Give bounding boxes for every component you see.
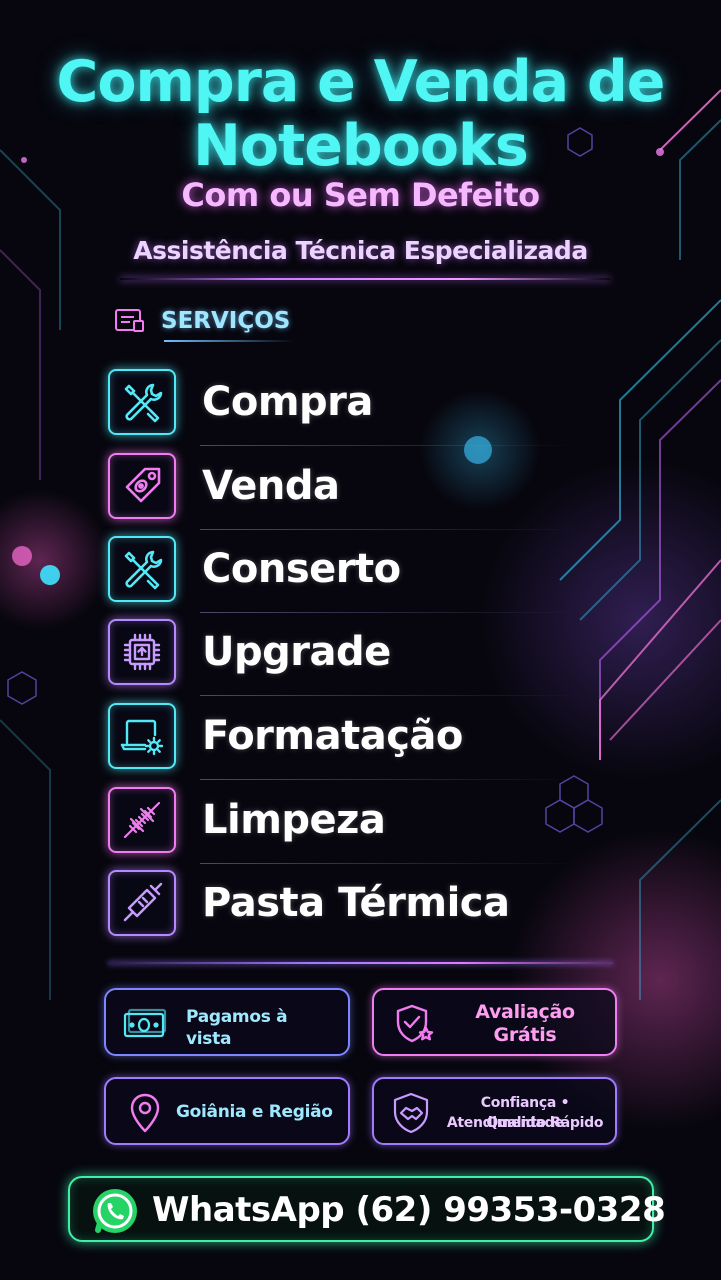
banknote-icon [123, 1008, 167, 1038]
badge-trust: Confiança • Qualidade Atendimento Rápido [372, 1077, 617, 1145]
tools-icon [124, 383, 163, 423]
tagline-divider [120, 278, 610, 280]
service-icon-box [108, 453, 176, 519]
services-heading-underline [164, 340, 294, 342]
service-icon-box [108, 619, 176, 685]
service-label: Formatação [202, 713, 463, 759]
service-label: Venda [202, 463, 340, 509]
syringe-icon [123, 882, 163, 922]
service-item-formatacao: Formatação [108, 703, 580, 780]
service-icon-box [108, 787, 176, 853]
service-label: Pasta Térmica [202, 880, 510, 926]
service-item-conserto: Conserto [108, 536, 580, 613]
chip-icon [123, 633, 161, 671]
badge-location-label: Goiânia e Região [176, 1102, 333, 1122]
service-item-venda: Venda [108, 453, 580, 530]
whatsapp-contact-label: WhatsApp (62) 99353-0328 [152, 1190, 666, 1230]
whatsapp-contact-button[interactable]: WhatsApp (62) 99353-0328 [68, 1176, 666, 1242]
badge-location: Goiânia e Região [104, 1077, 350, 1145]
shield-star-icon [396, 1004, 434, 1043]
brush-icon [123, 801, 161, 839]
subtitle: Com ou Sem Defeito [181, 176, 540, 214]
service-icon-box [108, 536, 176, 602]
service-divider [200, 612, 580, 613]
badge-evaluation-line2: Grátis [493, 1024, 557, 1046]
service-item-limpeza: Limpeza [108, 787, 580, 864]
service-item-pasta-termica: Pasta Térmica [108, 870, 528, 942]
service-label: Limpeza [202, 797, 386, 843]
shield-handshake-icon [393, 1092, 429, 1134]
badge-trust-line2: Atendimento Rápido [446, 1115, 604, 1131]
service-icon-box [108, 870, 176, 936]
laptop-gear-icon [120, 719, 164, 756]
location-pin-icon [130, 1093, 160, 1133]
price-tag-icon [125, 467, 161, 503]
tagline: Assistência Técnica Especializada [133, 236, 588, 265]
whatsapp-icon [93, 1189, 137, 1233]
services-heading: SERVIÇOS [114, 304, 290, 338]
badge-payment-label: Pagamos à vista [186, 1007, 288, 1049]
service-divider [200, 779, 580, 780]
service-label: Conserto [202, 546, 401, 592]
badge-payment: Pagamos à vista [104, 988, 350, 1056]
service-divider [200, 529, 580, 530]
service-label: Upgrade [202, 629, 391, 675]
title-line-2: Notebooks [193, 113, 529, 179]
service-divider [200, 695, 580, 696]
service-divider [200, 445, 580, 446]
service-icon-box [108, 369, 176, 435]
service-label: Compra [202, 379, 373, 425]
service-icon-box [108, 703, 176, 769]
badge-evaluation-line1: Avaliação [475, 1001, 575, 1023]
tools-icon [124, 550, 163, 590]
badge-evaluation: Avaliação Grátis [372, 988, 617, 1056]
service-item-upgrade: Upgrade [108, 619, 580, 696]
service-item-compra: Compra [108, 369, 580, 446]
list-card-icon [115, 309, 144, 332]
title-line-1: Compra e Venda de [56, 49, 666, 115]
service-divider [200, 863, 580, 864]
services-bottom-divider [108, 962, 613, 964]
services-heading-label: SERVIÇOS [161, 308, 291, 334]
